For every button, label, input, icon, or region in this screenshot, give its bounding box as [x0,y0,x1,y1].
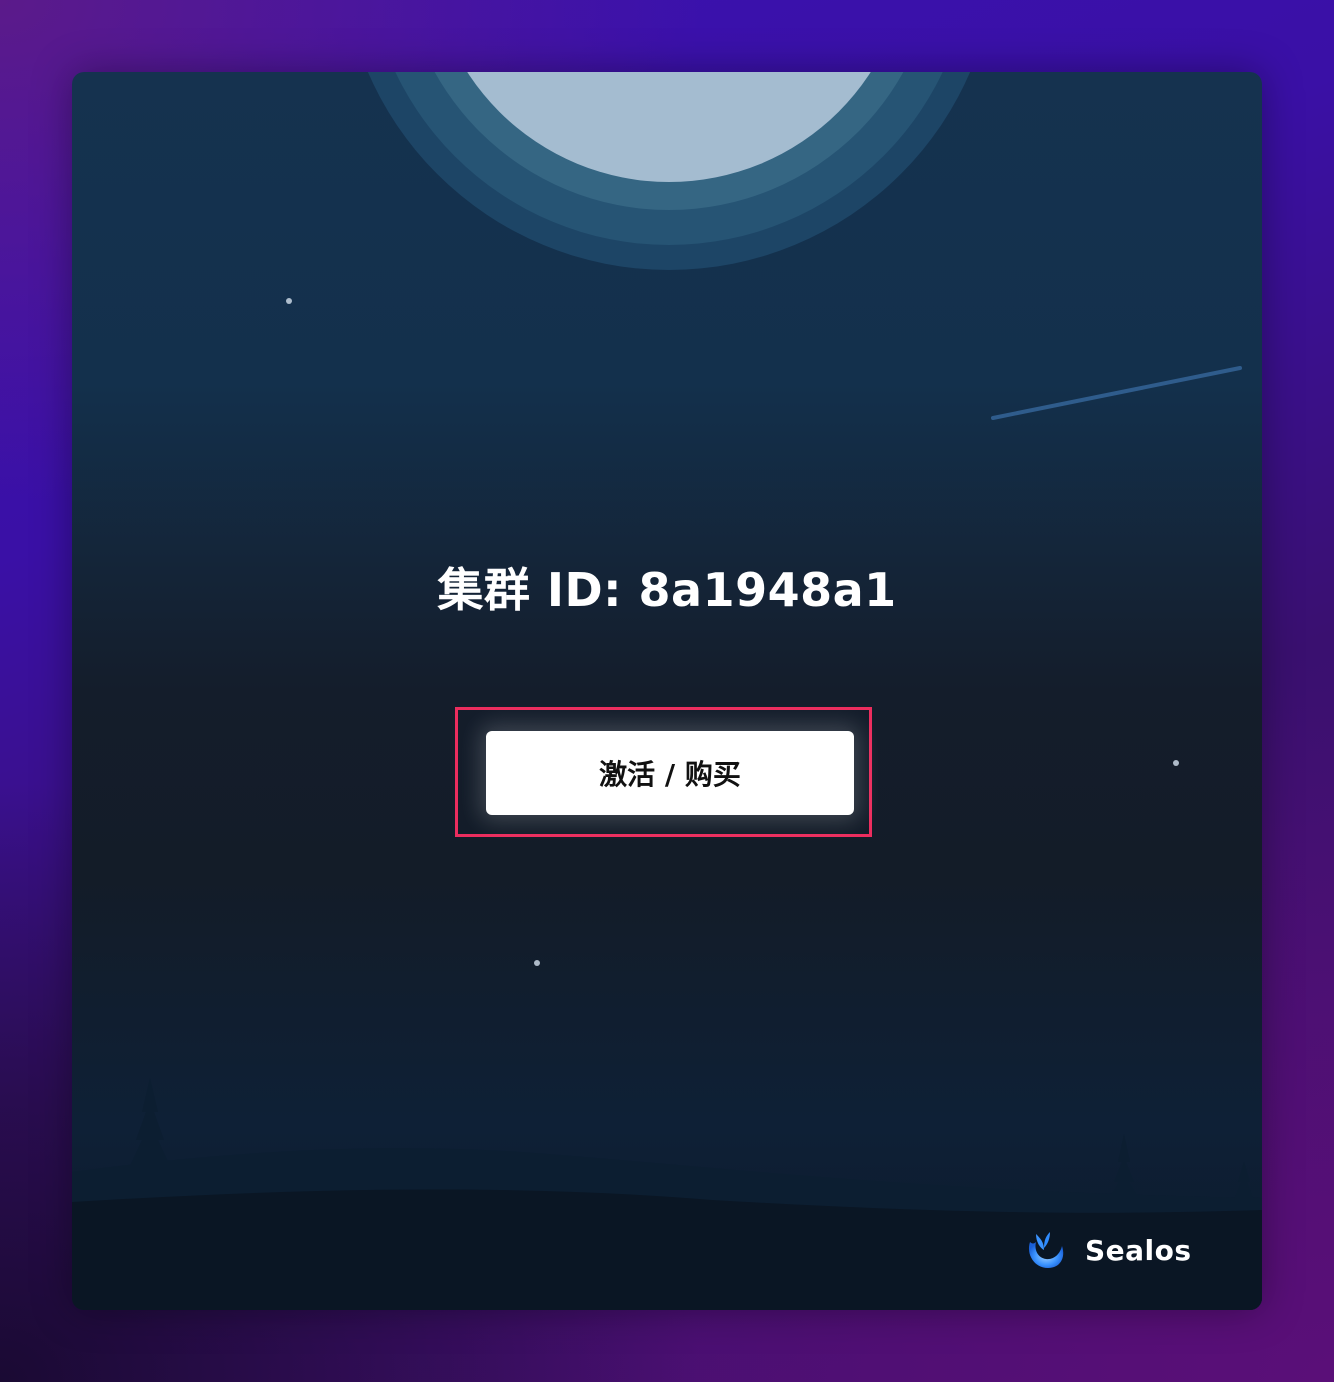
cluster-id-title: 集群 ID: 8a1948a1 [437,563,897,617]
star [286,298,292,304]
pine-tree-icon [130,1078,170,1166]
sealos-logo-icon [1028,1232,1064,1268]
pine-tree-icon [1108,1134,1140,1200]
brand: Sealos [1022,1228,1192,1272]
activation-window: 集群 ID: 8a1948a1 激活 / 购买 Sealos [72,72,1262,1310]
night-sky-illustration [72,72,1262,1310]
shooting-star [991,366,1242,420]
activate-purchase-button[interactable]: 激活 / 购买 [486,731,854,815]
brand-name: Sealos [1085,1233,1192,1267]
star [534,960,540,966]
star [1173,760,1179,766]
pine-tree-icon [1234,1162,1254,1200]
